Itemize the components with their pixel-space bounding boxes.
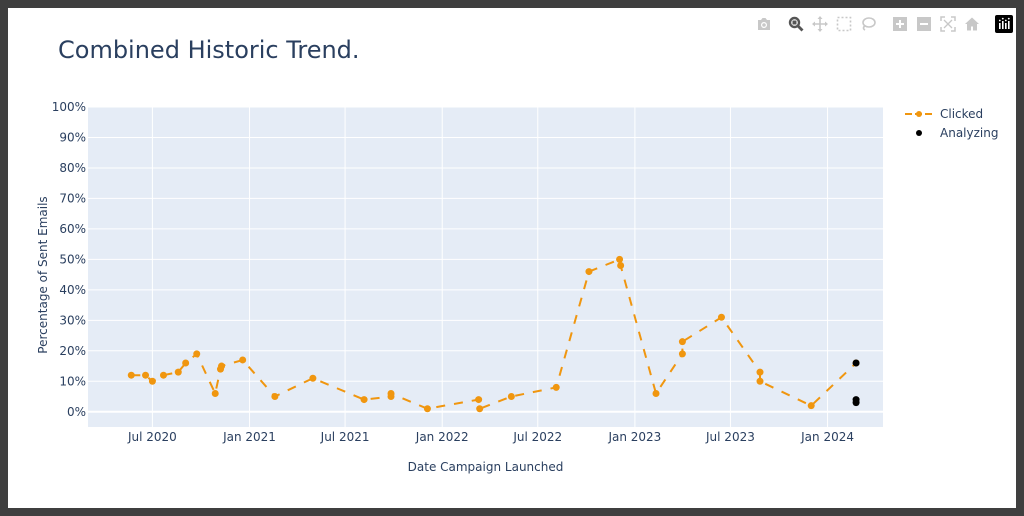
data-point[interactable]	[309, 374, 317, 382]
y-tick-label: 20%	[59, 344, 86, 358]
zoom-in-icon[interactable]	[888, 12, 912, 36]
data-point[interactable]	[148, 377, 156, 385]
zoom-out-icon[interactable]	[912, 12, 936, 36]
x-tick-label: Jan 2021	[222, 430, 276, 444]
data-point[interactable]	[678, 338, 686, 346]
plot-area[interactable]	[88, 107, 883, 427]
data-point[interactable]	[387, 389, 395, 397]
data-point[interactable]	[552, 383, 560, 391]
data-point[interactable]	[476, 405, 484, 413]
y-axis-title: Percentage of Sent Emails	[36, 196, 50, 353]
data-point[interactable]	[182, 359, 190, 367]
x-tick-label: Jan 2022	[415, 430, 469, 444]
legend-marker	[916, 130, 922, 136]
plotly-logo-icon[interactable]	[992, 12, 1016, 36]
lasso-select-icon[interactable]	[856, 12, 880, 36]
legend: Clicked Analyzing	[905, 107, 998, 140]
legend-item-clicked[interactable]: Clicked	[905, 107, 983, 121]
data-point[interactable]	[127, 371, 135, 379]
x-axis-title: Date Campaign Launched	[408, 460, 564, 474]
x-axis-ticks: Jul 2020 Jan 2021 Jul 2021 Jan 2022 Jul 2022…	[127, 430, 854, 444]
legend-label: Analyzing	[940, 126, 998, 140]
box-select-icon[interactable]	[832, 12, 856, 36]
legend-item-analyzing[interactable]: Analyzing	[916, 126, 998, 140]
data-point[interactable]	[211, 389, 219, 397]
data-point[interactable]	[807, 402, 815, 410]
data-point[interactable]	[616, 255, 624, 263]
x-tick-label: Jul 2022	[512, 430, 562, 444]
data-point[interactable]	[852, 399, 860, 407]
data-point[interactable]	[585, 268, 593, 276]
y-tick-label: 100%	[52, 100, 86, 114]
data-point[interactable]	[271, 393, 279, 401]
legend-label: Clicked	[940, 107, 983, 121]
data-point[interactable]	[507, 393, 515, 401]
chart: Combined Historic Trend. Jul 2020 Jan 202…	[36, 36, 998, 474]
y-tick-label: 50%	[59, 252, 86, 266]
data-point[interactable]	[617, 261, 625, 269]
data-point[interactable]	[159, 371, 167, 379]
y-tick-label: 60%	[59, 222, 86, 236]
data-point[interactable]	[756, 368, 764, 376]
reset-axes-icon[interactable]	[960, 12, 984, 36]
y-tick-label: 90%	[59, 130, 86, 144]
plot-container: Combined Historic Trend. Jul 2020 Jan 202…	[8, 8, 1016, 508]
x-tick-label: Jul 2023	[705, 430, 755, 444]
data-point[interactable]	[193, 350, 201, 358]
x-tick-label: Jul 2021	[320, 430, 370, 444]
legend-marker	[916, 111, 922, 117]
y-axis-ticks: 0% 10% 20% 30% 40% 50% 60% 70% 80% 90% 100%	[52, 100, 86, 419]
x-tick-label: Jul 2020	[127, 430, 177, 444]
chart-title: Combined Historic Trend.	[58, 36, 360, 64]
data-point[interactable]	[852, 359, 860, 367]
data-point[interactable]	[717, 313, 725, 321]
y-tick-label: 40%	[59, 283, 86, 297]
y-tick-label: 10%	[59, 374, 86, 388]
data-point[interactable]	[678, 350, 686, 358]
y-tick-label: 30%	[59, 313, 86, 327]
modebar	[752, 12, 1016, 36]
data-point[interactable]	[475, 396, 483, 404]
pan-icon[interactable]	[808, 12, 832, 36]
data-point[interactable]	[239, 356, 247, 364]
data-point[interactable]	[142, 371, 150, 379]
y-tick-label: 0%	[67, 405, 86, 419]
autoscale-icon[interactable]	[936, 12, 960, 36]
x-tick-label: Jan 2024	[800, 430, 854, 444]
data-point[interactable]	[652, 389, 660, 397]
camera-icon[interactable]	[752, 12, 776, 36]
data-point[interactable]	[360, 396, 368, 404]
x-tick-label: Jan 2023	[607, 430, 661, 444]
zoom-icon[interactable]	[784, 12, 808, 36]
data-point[interactable]	[174, 368, 182, 376]
data-point[interactable]	[423, 405, 431, 413]
y-tick-label: 70%	[59, 191, 86, 205]
data-point[interactable]	[218, 362, 226, 370]
data-point[interactable]	[756, 377, 764, 385]
y-tick-label: 80%	[59, 161, 86, 175]
